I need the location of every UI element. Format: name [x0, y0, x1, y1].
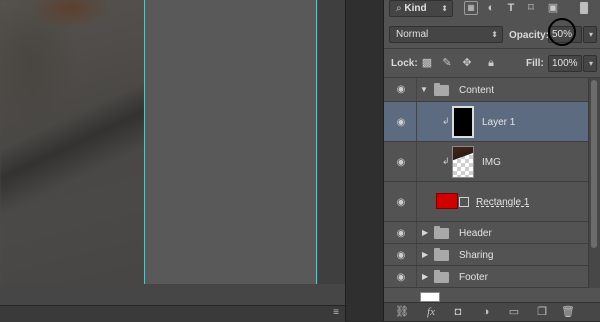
- eye-icon[interactable]: ◉: [394, 228, 408, 239]
- smart-object-filter-icon[interactable]: ▣: [546, 1, 560, 15]
- background-layer-thumbnail: [420, 292, 440, 302]
- background-photo: [0, 0, 145, 305]
- search-icon: ⌕: [396, 3, 402, 14]
- panel-menu-icon[interactable]: ≡: [333, 307, 339, 318]
- opacity-dropdown-button[interactable]: ▾: [583, 26, 597, 43]
- layer-row-header[interactable]: ◉ ▶ Header: [384, 222, 588, 244]
- layer-name: Sharing: [459, 250, 494, 261]
- eye-icon[interactable]: ◉: [394, 250, 408, 261]
- document-canvas[interactable]: [0, 0, 345, 305]
- layer-row-img[interactable]: ◉ ↲ IMG: [384, 142, 588, 182]
- layer-row-sharing[interactable]: ◉ ▶ Sharing: [384, 244, 588, 266]
- annotation-circle: [548, 18, 576, 46]
- layer-thumbnail: [452, 106, 474, 138]
- chevron-updown-icon: ⬍: [491, 30, 498, 39]
- clipping-mask-icon: ↲: [442, 116, 450, 126]
- layers-panel: ⌕ Kind ⬍ ▦ ◐ T ⌑ ▣ Normal ⬍ Opacity: 50%…: [384, 0, 600, 321]
- visibility-divider: [416, 78, 417, 101]
- vector-mask-icon: [459, 197, 469, 207]
- layer-name: Header: [459, 228, 492, 239]
- mask-icon[interactable]: ◘: [450, 305, 466, 319]
- expand-right-icon[interactable]: ▶: [422, 228, 428, 237]
- eye-icon[interactable]: ◉: [394, 84, 408, 95]
- lock-label: Lock:: [391, 58, 418, 69]
- blend-mode-value: Normal: [396, 29, 429, 40]
- adjustment-icon[interactable]: ◑: [478, 305, 494, 319]
- folder-icon: [434, 248, 449, 261]
- visibility-divider: [416, 244, 417, 265]
- new-group-icon[interactable]: ▭: [506, 305, 522, 319]
- filter-toggle-switch[interactable]: [580, 2, 588, 14]
- image-filter-icon[interactable]: ▦: [464, 1, 478, 15]
- shape-filter-icon[interactable]: ⌑: [524, 1, 538, 15]
- visibility-divider: [416, 222, 417, 243]
- folder-icon: [434, 226, 449, 239]
- fill-value: 100%: [552, 58, 578, 69]
- layers-list: ◉ ▼ Content ◉ ↲ Layer 1 ◉ ↲ IMG ◉ Rectan…: [384, 78, 600, 288]
- canvas-margin: [318, 0, 345, 284]
- canvas-bottom-strip: [0, 284, 345, 305]
- layers-bottom-toolbar: ⛓ fx ◘ ◑ ▭ ❐ 🗑︎: [384, 302, 600, 321]
- eye-icon[interactable]: ◉: [394, 197, 408, 208]
- guide-line-left[interactable]: [144, 0, 145, 284]
- layer-name: Rectangle 1: [476, 197, 530, 208]
- content-panel: [145, 0, 317, 284]
- eye-icon[interactable]: ◉: [394, 157, 408, 168]
- lock-image-icon[interactable]: ✎: [440, 56, 454, 70]
- visibility-divider: [416, 266, 417, 287]
- trash-icon[interactable]: 🗑︎: [560, 305, 576, 319]
- shape-thumbnail: [436, 193, 458, 209]
- scrollbar-thumb[interactable]: [591, 80, 597, 248]
- type-filter-icon[interactable]: T: [504, 1, 518, 15]
- visibility-divider: [416, 142, 417, 181]
- lock-position-icon[interactable]: ✥: [460, 56, 474, 70]
- layers-vertical-scrollbar[interactable]: [588, 78, 600, 288]
- guide-line-right[interactable]: [316, 0, 317, 284]
- lock-transparent-icon[interactable]: ▩: [420, 56, 434, 70]
- lock-all-icon[interactable]: 🔒︎: [484, 56, 498, 70]
- layer-name: Content: [459, 85, 495, 96]
- kind-filter-select[interactable]: ⌕ Kind ⬍: [389, 0, 453, 17]
- fill-input[interactable]: 100%: [548, 55, 582, 72]
- clipping-mask-icon: ↲: [442, 156, 450, 166]
- expand-right-icon[interactable]: ▶: [422, 272, 428, 281]
- link-icon[interactable]: ⛓: [394, 305, 410, 319]
- fill-label: Fill:: [526, 58, 544, 69]
- blend-mode-select[interactable]: Normal ⬍: [389, 26, 503, 43]
- opacity-label: Opacity:: [509, 30, 550, 41]
- layer-row-rectangle-1[interactable]: ◉ Rectangle 1: [384, 182, 588, 222]
- adjustment-filter-icon[interactable]: ◐: [484, 1, 498, 15]
- layer-row-content[interactable]: ◉ ▼ Content: [384, 78, 588, 102]
- fill-dropdown-button[interactable]: ▾: [583, 55, 597, 72]
- chevron-down-icon: ▾: [588, 30, 593, 39]
- layer-name: Layer 1: [482, 117, 516, 128]
- eye-icon[interactable]: ◉: [394, 272, 408, 283]
- visibility-divider: [416, 102, 417, 141]
- canvas-horizontal-scrollbar[interactable]: ≡: [0, 305, 345, 322]
- visibility-divider: [416, 182, 417, 221]
- panel-splitter[interactable]: [345, 0, 384, 321]
- chevron-down-icon: ⬍: [441, 4, 448, 13]
- kind-label: Kind: [404, 3, 427, 14]
- lock-row: Lock: ▩ ✎ ✥ 🔒︎ Fill: 100% ▾: [384, 49, 600, 78]
- eye-icon[interactable]: ◉: [394, 117, 408, 128]
- expand-right-icon[interactable]: ▶: [422, 250, 428, 259]
- folder-icon: [434, 83, 449, 96]
- layer-row-layer-1[interactable]: ◉ ↲ Layer 1: [384, 102, 588, 142]
- layer-name: IMG: [482, 157, 501, 168]
- fx-button[interactable]: fx: [422, 305, 440, 319]
- chevron-down-icon: ▾: [588, 59, 593, 68]
- folder-icon: [434, 270, 449, 283]
- expand-down-icon[interactable]: ▼: [420, 85, 428, 94]
- layer-row-footer[interactable]: ◉ ▶ Footer: [384, 266, 588, 288]
- layer-thumbnail: [452, 146, 474, 178]
- layer-name: Footer: [459, 272, 488, 283]
- new-layer-icon[interactable]: ❐: [534, 305, 550, 319]
